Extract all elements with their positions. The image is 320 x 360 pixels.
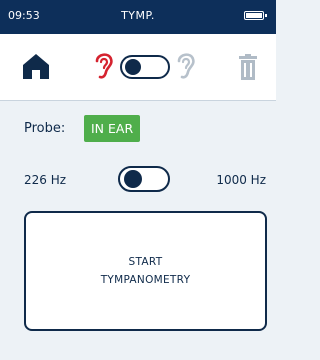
frequency-toggle-knob [124,170,142,188]
home-icon[interactable] [22,52,50,80]
probe-status-badge: IN EAR [84,115,141,142]
ear-toggle-knob [125,59,141,75]
start-button-line1: START [128,256,163,268]
ear-gray-icon[interactable] [174,50,196,80]
trash-icon[interactable] [238,54,258,80]
screen-title: TYMP. [121,9,155,22]
status-bar: 09:53 TYMP. [0,0,276,34]
frequency-1000-label: 1000 Hz [216,173,266,187]
frequency-226-label: 226 Hz [24,173,67,187]
probe-label: Probe: [24,121,66,136]
start-tympanometry-button[interactable]: START TYMPANOMETRY [24,211,267,331]
start-button-line2: TYMPANOMETRY [100,274,191,286]
toolbar [0,34,276,101]
battery-icon [244,11,267,20]
ear-red-icon[interactable] [92,50,114,80]
ear-side-toggle[interactable] [120,55,170,79]
frequency-toggle[interactable] [118,166,170,192]
